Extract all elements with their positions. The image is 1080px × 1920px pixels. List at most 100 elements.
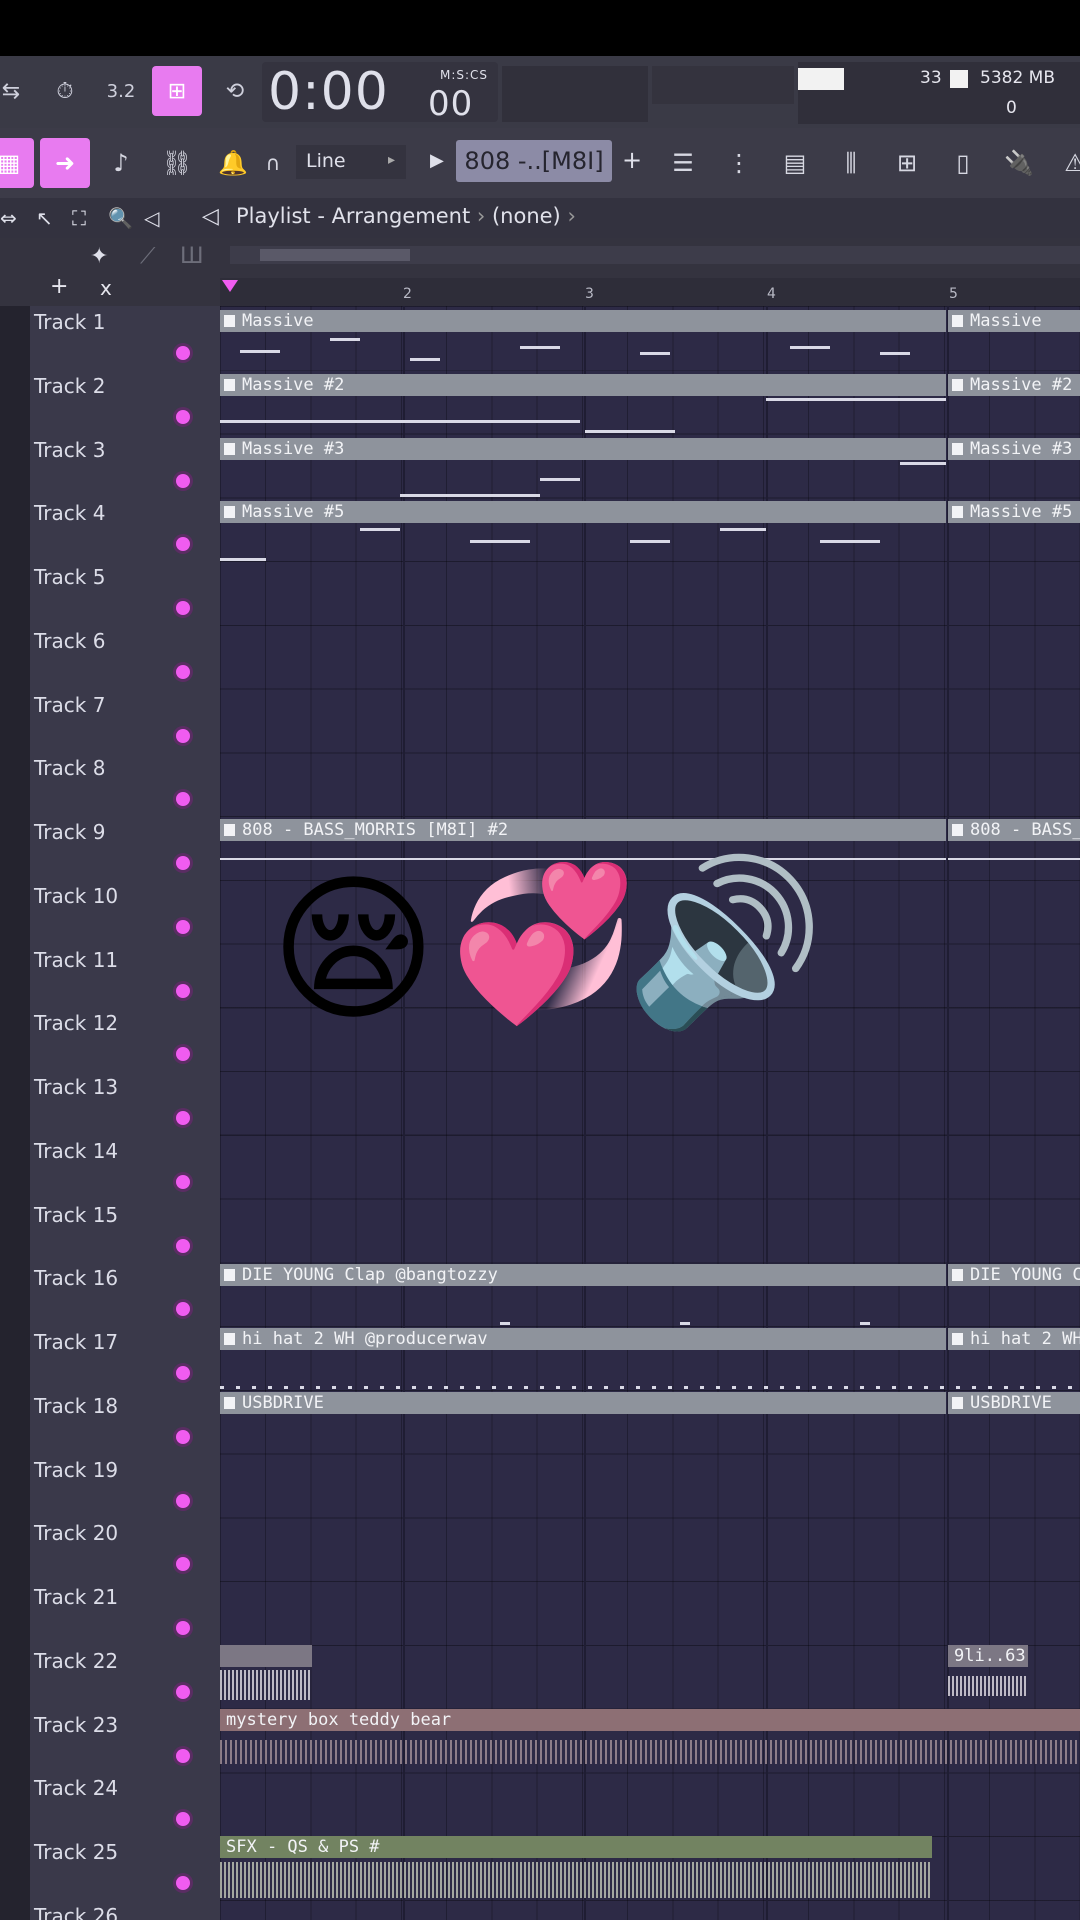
horizontal-scrollbar[interactable] <box>230 246 1080 264</box>
track-header[interactable]: Track 22 <box>30 1644 220 1710</box>
speaker-toggle-icon[interactable]: ◁ <box>144 206 159 230</box>
track-mute-led[interactable] <box>176 1111 190 1125</box>
plugin-icon[interactable]: 🔌 <box>994 138 1044 188</box>
playlist-icon[interactable]: ☰ <box>658 138 708 188</box>
magnet-icon[interactable]: ∩ <box>258 138 288 188</box>
pattern-clip[interactable]: 808 - BASS_ <box>948 819 1080 841</box>
pattern-clip[interactable]: Massive #2 <box>948 374 1080 396</box>
bell-icon[interactable]: 🔔 <box>208 138 258 188</box>
track-mute-led[interactable] <box>176 1684 190 1699</box>
pattern-clip[interactable]: hi hat 2 WH @ <box>948 1328 1080 1350</box>
audio-clip[interactable] <box>220 1645 312 1667</box>
piano-roll-icon[interactable]: ▦ <box>0 138 34 188</box>
track-header[interactable]: Track 14 <box>30 1134 220 1200</box>
playhead-marker[interactable] <box>222 280 238 292</box>
help-icon[interactable]: ⚠ <box>1050 138 1080 188</box>
fullscreen-icon[interactable]: ⛶ <box>72 206 86 230</box>
track-mute-led[interactable] <box>176 664 190 679</box>
track-header[interactable]: Track 13 <box>30 1071 220 1136</box>
add-pattern-button[interactable]: + <box>622 146 642 174</box>
mixer-icon[interactable]: ⫼ <box>826 138 876 188</box>
breadcrumb-pattern[interactable]: (none) <box>492 204 561 228</box>
track-header[interactable]: Track 3 <box>30 433 220 499</box>
track-mute-led[interactable] <box>176 1812 190 1827</box>
pattern-selector[interactable]: 808 -..[M8I] <box>456 140 612 182</box>
track-mute-led[interactable] <box>176 792 190 807</box>
pattern-clip[interactable]: DIE YOUNG Clap @bangtozzy <box>220 1264 946 1286</box>
track-mute-led[interactable] <box>176 1557 190 1572</box>
track-mute-led[interactable] <box>176 1302 190 1317</box>
zoom-icon[interactable]: 🔍 <box>108 206 133 230</box>
track-header[interactable]: Track 20 <box>30 1517 220 1583</box>
track-header[interactable]: Track 4 <box>30 497 220 563</box>
add-track-icon[interactable]: + <box>50 274 68 299</box>
track-mute-led[interactable] <box>176 1429 190 1444</box>
paint-tool-icon[interactable]: Ш <box>180 244 204 269</box>
track-mute-led[interactable] <box>176 983 190 998</box>
record-icon[interactable]: ⊞ <box>152 66 202 116</box>
track-header[interactable]: Track 25 <box>30 1836 220 1901</box>
track-header[interactable]: Track 16 <box>30 1262 220 1328</box>
song-time-display[interactable]: 0:00 M:S:CS 00 <box>268 62 487 124</box>
pattern-clip[interactable]: USBDRIVE <box>220 1392 946 1414</box>
track-header[interactable]: Track 2 <box>30 369 220 435</box>
track-header[interactable]: Track 23 <box>30 1708 220 1774</box>
pattern-clip[interactable]: Massive #3 <box>948 438 1080 460</box>
play-icon[interactable]: ▶ <box>430 150 444 171</box>
pattern-clip[interactable]: USBDRIVE <box>948 1392 1080 1414</box>
track-mute-led[interactable] <box>176 1174 190 1189</box>
audio-clip[interactable]: mystery box teddy bear <box>220 1709 1080 1731</box>
menu-arrow-icon[interactable]: ◁ <box>202 204 219 229</box>
snap-select[interactable]: Line ▸ <box>296 145 406 179</box>
pattern-clip[interactable]: Massive #3 <box>220 438 946 460</box>
track-mute-led[interactable] <box>176 1876 190 1890</box>
track-header[interactable]: Track 24 <box>30 1772 220 1838</box>
track-header[interactable]: Track 15 <box>30 1198 220 1264</box>
arrow-icon[interactable]: ➜ <box>40 138 90 188</box>
track-header[interactable]: Track 5 <box>30 561 220 626</box>
metronome-icon[interactable]: ⏱ <box>40 66 90 116</box>
pointer-icon[interactable]: ↖ <box>36 206 53 230</box>
channel-rack-icon[interactable]: ⋮ <box>714 138 764 188</box>
track-header[interactable]: Track 18 <box>30 1389 220 1455</box>
track-header[interactable]: Track 9 <box>30 816 220 881</box>
tempo-icon[interactable]: 3.2 <box>96 66 146 116</box>
track-mute-led[interactable] <box>176 473 190 488</box>
track-header[interactable]: Track 19 <box>30 1453 220 1519</box>
track-mute-led[interactable] <box>176 728 190 743</box>
pattern-clip[interactable]: Massive #2 <box>220 374 946 396</box>
pattern-clip[interactable]: 808 - BASS_MORRIS [M8I] #2 <box>220 819 946 841</box>
pattern-clip[interactable]: Massive #5 <box>220 501 946 523</box>
track-header[interactable]: Track 7 <box>30 688 220 754</box>
track-mute-led[interactable] <box>176 1238 190 1253</box>
track-mute-led[interactable] <box>176 1621 190 1635</box>
track-header[interactable]: Track 1 <box>30 306 220 371</box>
loop-icon[interactable]: ⟲ <box>210 66 260 116</box>
track-mute-led[interactable] <box>176 1047 190 1062</box>
scroll-icon[interactable]: ⇔ <box>0 206 17 230</box>
track-header[interactable]: Track 26 <box>30 1899 220 1920</box>
audio-clip[interactable]: 9li..63 <box>948 1645 1028 1667</box>
track-header[interactable]: Track 11 <box>30 943 220 1009</box>
track-mute-led[interactable] <box>176 919 190 934</box>
link-icon[interactable]: ⛓ <box>152 138 202 188</box>
step-sequencer-icon[interactable]: ▤ <box>770 138 820 188</box>
track-header[interactable]: Track 10 <box>30 879 220 945</box>
track-header[interactable]: Track 8 <box>30 752 220 818</box>
slice-tool-icon[interactable]: ⟋ <box>140 244 155 269</box>
track-mute-led[interactable] <box>176 409 190 424</box>
pattern-clip[interactable]: hi hat 2 WH @producerwav <box>220 1328 946 1350</box>
file-icon[interactable]: ▯ <box>938 138 988 188</box>
track-mute-led[interactable] <box>176 1366 190 1380</box>
track-header[interactable]: Track 6 <box>30 624 220 690</box>
track-mute-led[interactable] <box>176 856 190 870</box>
pattern-clip[interactable]: DIE YOUNG Cl <box>948 1264 1080 1286</box>
track-mute-led[interactable] <box>176 537 190 552</box>
snap-tool-icon[interactable]: ✦ <box>90 244 108 269</box>
scrollbar-thumb[interactable] <box>260 249 410 261</box>
tool-icon[interactable]: ⇆ <box>0 66 36 116</box>
pattern-clip[interactable]: Massive #5 <box>948 501 1080 523</box>
track-mute-led[interactable] <box>176 346 190 360</box>
browser-icon[interactable]: ⊞ <box>882 138 932 188</box>
track-mute-led[interactable] <box>176 1493 190 1508</box>
